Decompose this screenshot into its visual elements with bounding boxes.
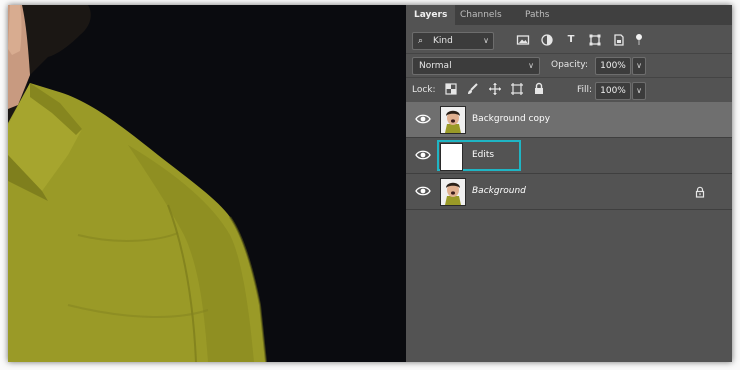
layer-row-edits[interactable]: Edits: [406, 138, 732, 174]
layer-name[interactable]: Edits: [472, 138, 494, 173]
layer-row-background-copy[interactable]: Background copy: [406, 102, 732, 138]
layer-lock-icon[interactable]: [694, 186, 706, 198]
filter-kind-select[interactable]: ⌕ Kind ∨: [412, 32, 494, 50]
fill-dropdown-button[interactable]: ∨: [632, 82, 646, 100]
lock-artboard-icon[interactable]: [510, 82, 524, 96]
screenshot-frame: Layers Channels Paths ⌕ Kind ∨ T Normal …: [0, 0, 740, 370]
lock-position-icon[interactable]: [488, 82, 502, 96]
fill-field[interactable]: 100%: [595, 82, 631, 100]
visibility-eye-icon[interactable]: [415, 112, 431, 126]
layer-name[interactable]: Background copy: [472, 102, 550, 137]
lock-image-pixels-icon[interactable]: [466, 82, 480, 96]
lock-row: Lock: Fill: 100% ∨: [406, 78, 732, 102]
layer-filter-row: ⌕ Kind ∨ T: [406, 29, 732, 53]
visibility-eye-icon[interactable]: [415, 184, 431, 198]
photoshop-workspace: Layers Channels Paths ⌕ Kind ∨ T Normal …: [8, 5, 732, 362]
opacity-dropdown-button[interactable]: ∨: [632, 57, 646, 75]
tab-channels[interactable]: Channels: [452, 5, 510, 25]
layer-thumbnail-photo: [440, 178, 466, 206]
layer-name[interactable]: Background: [472, 174, 526, 209]
opacity-field[interactable]: 100%: [595, 57, 631, 75]
chevron-down-icon: ∨: [528, 61, 534, 70]
filter-toggle-icon[interactable]: [632, 33, 646, 47]
shape-filter-icon[interactable]: [588, 33, 602, 47]
layer-thumbnail-photo: [440, 106, 466, 134]
layer-row-background[interactable]: Background: [406, 174, 732, 210]
blend-row: Normal ∨ Opacity: 100% ∨: [406, 53, 732, 77]
search-icon: ⌕: [418, 36, 424, 46]
document-canvas[interactable]: [8, 5, 406, 362]
fill-label: Fill:: [577, 85, 593, 95]
filter-kind-label: Kind: [433, 36, 453, 46]
visibility-eye-icon[interactable]: [415, 148, 431, 162]
blend-mode-select[interactable]: Normal ∨: [412, 57, 540, 75]
lock-transparent-pixels-icon[interactable]: [444, 82, 458, 96]
chevron-down-icon: ∨: [483, 36, 489, 45]
tab-paths[interactable]: Paths: [517, 5, 557, 25]
panel-tab-bar: Layers Channels Paths: [406, 5, 732, 25]
tab-layers[interactable]: Layers: [406, 5, 456, 25]
photo-image: [8, 5, 406, 362]
smart-object-filter-icon[interactable]: [612, 33, 626, 47]
blend-mode-value: Normal: [419, 61, 452, 71]
type-filter-icon[interactable]: T: [564, 33, 578, 47]
opacity-label: Opacity:: [551, 60, 588, 70]
layer-thumbnail-white: [440, 143, 463, 171]
layers-panel: Layers Channels Paths ⌕ Kind ∨ T Normal …: [406, 5, 732, 362]
adjustment-filter-icon[interactable]: [540, 33, 554, 47]
lock-label: Lock:: [412, 85, 436, 95]
lock-all-icon[interactable]: [532, 82, 546, 96]
image-filter-icon[interactable]: [516, 33, 530, 47]
